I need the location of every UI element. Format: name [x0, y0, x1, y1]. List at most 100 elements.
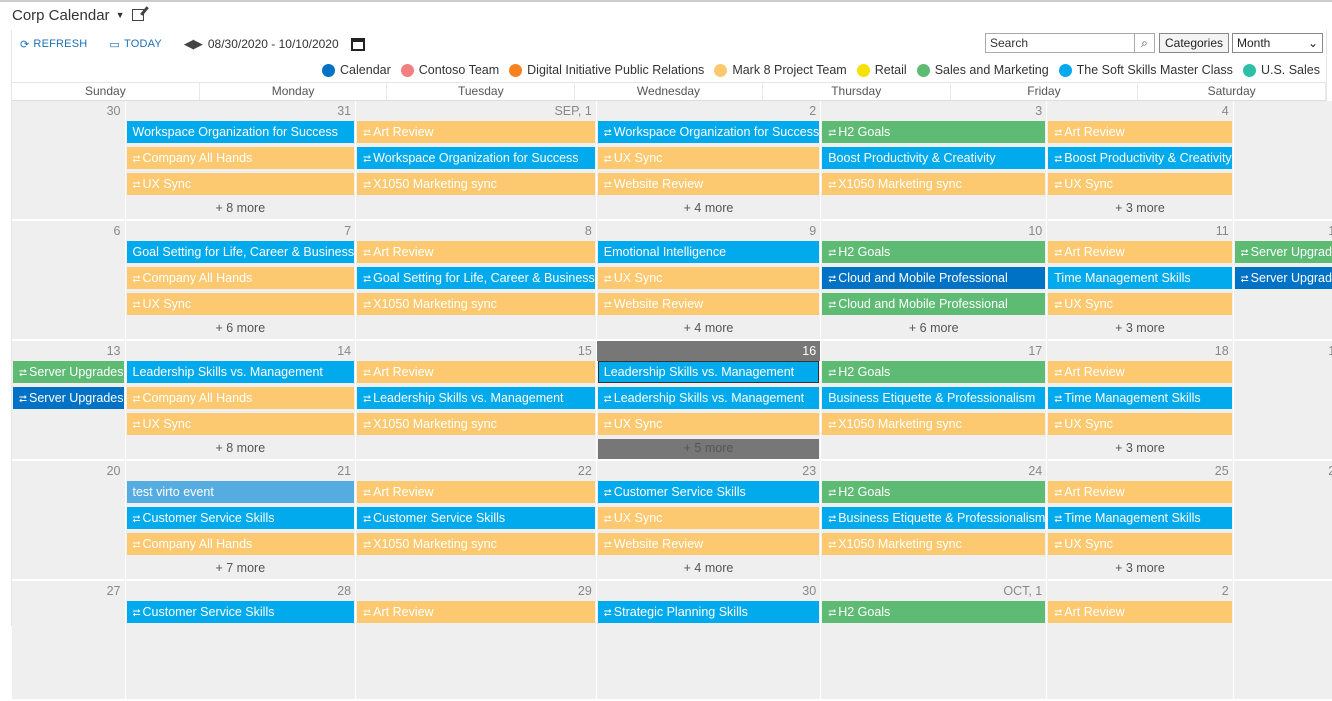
day-number[interactable]: OCT, 1 — [821, 581, 1046, 601]
event-item[interactable]: ⮂ Workspace Organization for Success — [597, 121, 820, 143]
event-item[interactable]: ⮂ X1050 Marketing sync — [357, 533, 595, 555]
event-item[interactable]: ⮂ Goal Setting for Life, Career & Busines… — [357, 267, 595, 289]
day-number[interactable]: 22 — [356, 461, 596, 481]
day-cell[interactable]: 20 — [12, 461, 126, 581]
more-events-link[interactable]: + 4 more — [597, 199, 820, 219]
event-item[interactable]: ⮂ Art Review — [357, 121, 595, 143]
day-number[interactable]: 13 — [12, 341, 125, 361]
event-item[interactable]: ⮂ H2 Goals — [822, 121, 1046, 143]
calendar-title[interactable]: Corp Calendar — [12, 7, 110, 24]
event-item[interactable]: ⮂ Art Review — [1048, 241, 1232, 263]
day-cell[interactable]: 15 ⮂ Art Review ⮂ Leadership Skills vs. Mana… — [356, 341, 597, 461]
today-button[interactable]: ▭ TODAY — [109, 38, 161, 51]
day-cell[interactable]: OCT, 1 ⮂ H2 Goals — [821, 581, 1048, 701]
day-number[interactable]: 6 — [12, 221, 125, 241]
legend-item[interactable]: Sales and Marketing — [916, 63, 1049, 77]
day-number[interactable]: 28 — [126, 581, 356, 601]
day-cell[interactable]: 21 test virto event ⮂ Customer Service Skil… — [125, 461, 357, 581]
day-number[interactable]: 21 — [126, 461, 356, 481]
event-item[interactable]: ⮂ H2 Goals — [822, 241, 1046, 263]
day-number[interactable]: 17 — [821, 341, 1046, 361]
day-cell[interactable]: 2 ⮂ Art Review — [1047, 581, 1234, 701]
day-number[interactable]: 9 — [597, 221, 820, 241]
event-item[interactable]: Emotional Intelligence — [597, 241, 820, 263]
event-item[interactable]: ⮂ Customer Service Skills — [126, 601, 355, 623]
chevron-down-icon[interactable]: ▼ — [116, 10, 125, 20]
event-item[interactable]: ⮂ UX Sync — [597, 267, 820, 289]
day-number[interactable]: 31 — [126, 101, 356, 121]
event-item[interactable]: Leadership Skills vs. Management — [126, 361, 355, 383]
more-events-link[interactable]: + 3 more — [1047, 559, 1232, 579]
day-number[interactable]: 23 — [597, 461, 820, 481]
categories-button[interactable]: Categories — [1159, 33, 1229, 53]
day-number[interactable]: 11 — [1047, 221, 1232, 241]
day-number[interactable]: 14 — [126, 341, 356, 361]
event-item[interactable]: ⮂ UX Sync — [1048, 533, 1232, 555]
day-cell[interactable]: 17 ⮂ H2 Goals Business Etiquette & Professi… — [821, 341, 1048, 461]
day-cell[interactable]: 12⮂Server Upgrades⮂Server Upgrades — [1233, 221, 1332, 341]
day-number[interactable]: 2 — [1047, 581, 1232, 601]
day-number[interactable]: 25 — [1047, 461, 1232, 481]
day-number[interactable]: 20 — [12, 461, 125, 481]
more-events-link[interactable]: + 6 more — [126, 319, 356, 339]
event-item[interactable]: ⮂ Cloud and Mobile Professional — [822, 267, 1046, 289]
event-item[interactable]: ⮂ Leadership Skills vs. Management — [357, 387, 595, 409]
event-item[interactable]: ⮂ Boost Productivity & Creativity — [1048, 147, 1232, 169]
calendar-picker-icon[interactable] — [350, 37, 365, 51]
legend-item[interactable]: Contoso Team — [400, 63, 499, 77]
day-number[interactable]: 19 — [1234, 341, 1332, 361]
day-number[interactable]: 3 — [821, 101, 1046, 121]
event-item[interactable]: ⮂ Art Review — [1048, 481, 1232, 503]
day-number[interactable]: 29 — [356, 581, 596, 601]
day-number[interactable]: 3 — [1234, 581, 1332, 601]
day-cell[interactable]: 6 — [12, 221, 126, 341]
more-events-link[interactable]: + 8 more — [126, 439, 356, 459]
event-item[interactable]: ⮂ X1050 Marketing sync — [822, 533, 1046, 555]
event-item[interactable]: ⮂ Leadership Skills vs. Management — [597, 387, 820, 409]
event-item[interactable]: ⮂ UX Sync — [597, 147, 820, 169]
day-number[interactable]: 16 — [596, 341, 821, 361]
day-number[interactable]: 24 — [821, 461, 1046, 481]
day-cell[interactable]: 25 ⮂ Art Review ⮂ Time Management Skills ⮂ UX … — [1047, 461, 1234, 581]
event-item[interactable]: ⮂ X1050 Marketing sync — [357, 413, 595, 435]
more-events-link[interactable]: + 3 more — [1047, 199, 1232, 219]
legend-item[interactable]: Calendar — [322, 63, 391, 77]
event-item[interactable]: ⮂ Company All Hands — [126, 387, 355, 409]
legend-item[interactable]: Mark 8 Project Team — [714, 63, 847, 77]
day-number[interactable]: 27 — [12, 581, 125, 601]
day-cell[interactable]: 14 Leadership Skills vs. Management ⮂ Compa… — [125, 341, 357, 461]
day-number[interactable]: 7 — [126, 221, 356, 241]
legend-item[interactable]: Retail — [856, 63, 907, 77]
day-number[interactable]: SEP, 1 — [356, 101, 596, 121]
prev-arrow-icon[interactable]: ◀ — [184, 36, 194, 51]
day-cell[interactable]: 29 ⮂ Art Review — [356, 581, 597, 701]
day-number[interactable]: 4 — [1047, 101, 1232, 121]
event-item[interactable]: ⮂ Art Review — [357, 481, 595, 503]
event-item[interactable]: Business Etiquette & Professionalism — [822, 387, 1046, 409]
event-item[interactable]: ⮂ UX Sync — [126, 173, 355, 195]
event-item[interactable]: ⮂ X1050 Marketing sync — [822, 173, 1046, 195]
more-events-link[interactable]: + 3 more — [1047, 319, 1232, 339]
event-item[interactable]: ⮂Server Upgrades — [13, 361, 124, 383]
day-number[interactable]: 30 — [12, 101, 125, 121]
event-item[interactable]: ⮂ Workspace Organization for Success — [357, 147, 595, 169]
event-item[interactable]: ⮂ Strategic Planning Skills — [597, 601, 820, 623]
day-cell[interactable]: 11 ⮂ Art Review Time Management Skills ⮂ UX S… — [1047, 221, 1234, 341]
day-number[interactable]: 8 — [356, 221, 596, 241]
event-item[interactable]: ⮂ UX Sync — [126, 413, 355, 435]
day-cell[interactable]: 3 ⮂ H2 Goals Boost Productivity & Creativit… — [821, 101, 1048, 221]
event-item[interactable]: ⮂ H2 Goals — [822, 481, 1046, 503]
event-item[interactable]: ⮂ Business Etiquette & Professionalism — [822, 507, 1046, 529]
event-item[interactable]: ⮂ Company All Hands — [126, 267, 355, 289]
more-events-link[interactable]: + 6 more — [821, 319, 1046, 339]
edit-icon[interactable] — [132, 9, 145, 21]
day-cell[interactable]: 4 ⮂ Art Review ⮂ Boost Productivity & Creati… — [1047, 101, 1234, 221]
day-cell[interactable]: 19 — [1233, 341, 1332, 461]
event-item[interactable]: ⮂ Time Management Skills — [1048, 507, 1232, 529]
event-item[interactable]: ⮂ Cloud and Mobile Professional — [822, 293, 1046, 315]
day-cell[interactable]: 31 Workspace Organization for Success ⮂ Com… — [125, 101, 357, 221]
more-events-link[interactable]: + 3 more — [1047, 439, 1232, 459]
day-number[interactable]: 2 — [597, 101, 820, 121]
event-item[interactable]: ⮂Server Upgrades — [1234, 241, 1332, 263]
more-events-link[interactable]: + 8 more — [126, 199, 356, 219]
